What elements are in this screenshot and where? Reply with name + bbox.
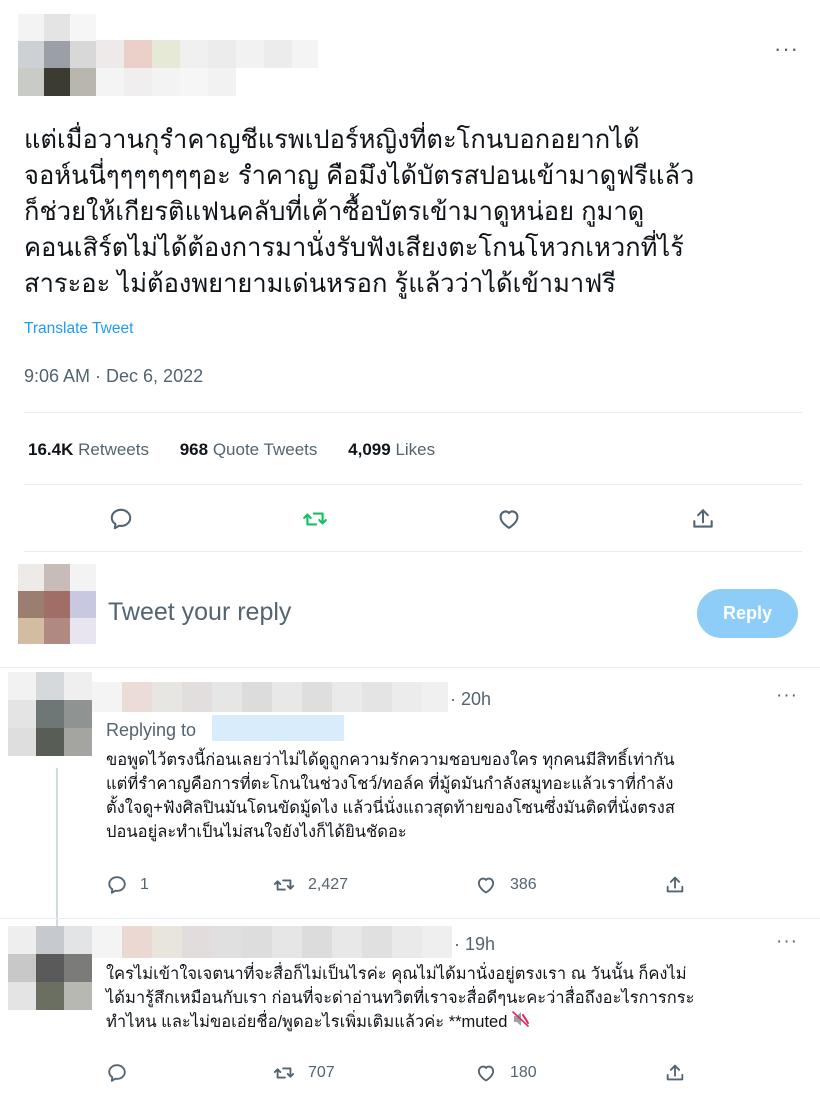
retweet-icon[interactable] <box>301 506 329 532</box>
divider <box>0 918 820 919</box>
share-icon <box>666 876 684 893</box>
reply-text-line: แต่ที่รำคาญคือการที่ตะโกนในช่วงโชว์/ทอล์… <box>106 775 674 793</box>
retweet-count: 707 <box>308 1064 335 1081</box>
like-icon <box>477 877 495 894</box>
retweet-icon <box>273 879 295 891</box>
reply-1-name[interactable] <box>92 682 448 712</box>
reply-1-text: ขอพูดไว้ตรงนี้ก่อนเลยว่าไม่ได้ดูถูกความร… <box>106 748 806 844</box>
divider <box>24 551 802 552</box>
replying-to-handle[interactable] <box>212 715 344 741</box>
reply-2-retweet-action[interactable]: 707 <box>272 1062 335 1084</box>
retweet-count: 2,427 <box>308 876 349 893</box>
reply-2-time[interactable]: · 19h <box>454 934 495 955</box>
share-icon <box>666 1064 684 1081</box>
reply-text-segment: ทำไหน และไม่ขอเอ่ยชื่อ/พูดอะไรเพิ่มเติมแ… <box>106 1013 508 1031</box>
tweet-text-line: ก็ช่วยให้เกียรติแฟนคลับที่เค้าซื้อบัตรเข… <box>24 198 645 226</box>
reply-2-like-action[interactable]: 180 <box>474 1062 537 1084</box>
like-icon[interactable] <box>496 506 522 532</box>
author-name[interactable] <box>96 40 318 96</box>
reply-2-reply-action[interactable] <box>106 1062 128 1084</box>
retweet-icon <box>273 1067 295 1079</box>
replying-to-label: Replying to <box>106 720 197 740</box>
muted-speaker-icon <box>511 1010 531 1035</box>
reply-1-retweet-action[interactable]: 2,427 <box>272 874 348 896</box>
like-count: 180 <box>510 1064 537 1081</box>
reply-icon <box>108 1064 126 1082</box>
reply-2-name[interactable] <box>92 926 452 958</box>
reply-1-like-action[interactable]: 386 <box>474 874 537 896</box>
retweets-stat[interactable]: 16.4K Retweets <box>28 440 149 459</box>
reply-1-time[interactable]: · 20h <box>450 689 491 710</box>
tweet-text-line: จอห์นนี่ๆๆๆๆๆๆๆอะ รำคาญ คือมึงได้บัตรสปอ… <box>24 162 695 190</box>
tweet-text: แต่เมื่อวานกุรำคาญชีแรพเปอร์หญิงที่ตะโกน… <box>24 122 804 302</box>
reply-text-line: ใครไม่เข้าใจเจตนาที่จะสื่อก็ไม่เป็นไรค่ะ… <box>106 965 687 983</box>
quote-tweets-stat[interactable]: 968 Quote Tweets <box>180 440 318 459</box>
tweet-text-line: คอนเสิร์ตไม่ได้ต้องการมานั่งรับฟังเสียงต… <box>24 234 684 262</box>
reply-button[interactable]: Reply <box>697 589 798 638</box>
tweet-stats: 16.4K Retweets 968 Quote Tweets 4,099 Li… <box>28 440 461 460</box>
reply-text-line: ขอพูดไว้ตรงนี้ก่อนเลยว่าไม่ได้ดูถูกความร… <box>106 751 675 769</box>
reply-2-text: ใครไม่เข้าใจเจตนาที่จะสื่อก็ไม่เป็นไรค่ะ… <box>106 962 806 1035</box>
reply-icon <box>108 876 126 894</box>
tweet-more-icon[interactable]: ··· <box>774 38 799 60</box>
my-avatar[interactable] <box>18 564 96 644</box>
reply-input[interactable]: Tweet your reply <box>108 598 291 627</box>
tweet-text-line: แต่เมื่อวานกุรำคาญชีแรพเปอร์หญิงที่ตะโกน… <box>24 126 640 154</box>
reply-1-reply-action[interactable]: 1 <box>106 874 149 896</box>
reply-text-line: ทำไหน และไม่ขอเอ่ยชื่อ/พูดอะไรเพิ่มเติมแ… <box>106 1010 806 1035</box>
divider <box>24 484 802 485</box>
reply-2-avatar[interactable] <box>8 926 92 1010</box>
reply-text-line: ได้มารู้สึกเหมือนกับเรา ก่อนที่จะด่าอ่าน… <box>106 989 695 1007</box>
reply-icon[interactable] <box>108 506 134 532</box>
tweet-timestamp[interactable]: 9:06 AM · Dec 6, 2022 <box>24 366 203 387</box>
reply-text-line: ตั้งใจดู+ฟังศิลปินมันโดนขัดมู้ดไง แล้วนี… <box>106 799 675 817</box>
reply-text-line: ปอนอยู่ละทำเป็นไม่สนใจยังไงก็ได้ยินชัดอะ <box>106 823 407 841</box>
like-count: 386 <box>510 876 537 893</box>
like-icon <box>477 1065 495 1082</box>
share-icon[interactable] <box>690 506 716 532</box>
thread-line <box>56 768 58 928</box>
reply-2-more-icon[interactable]: ··· <box>776 932 798 951</box>
reply-1-more-icon[interactable]: ··· <box>776 686 798 705</box>
divider <box>24 412 802 413</box>
reply-1-share-action[interactable] <box>664 874 686 896</box>
tweet-text-line: สาระอะ ไม่ต้องพยายามเด่นหรอก รู้แล้วว่าไ… <box>24 270 616 298</box>
divider <box>0 667 820 668</box>
translate-tweet-link[interactable]: Translate Tweet <box>24 320 133 338</box>
author-avatar[interactable] <box>18 14 96 96</box>
reply-1-avatar[interactable] <box>8 672 92 756</box>
reply-2-share-action[interactable] <box>664 1062 686 1084</box>
likes-stat[interactable]: 4,099 Likes <box>348 440 435 459</box>
reply-count: 1 <box>140 876 149 893</box>
